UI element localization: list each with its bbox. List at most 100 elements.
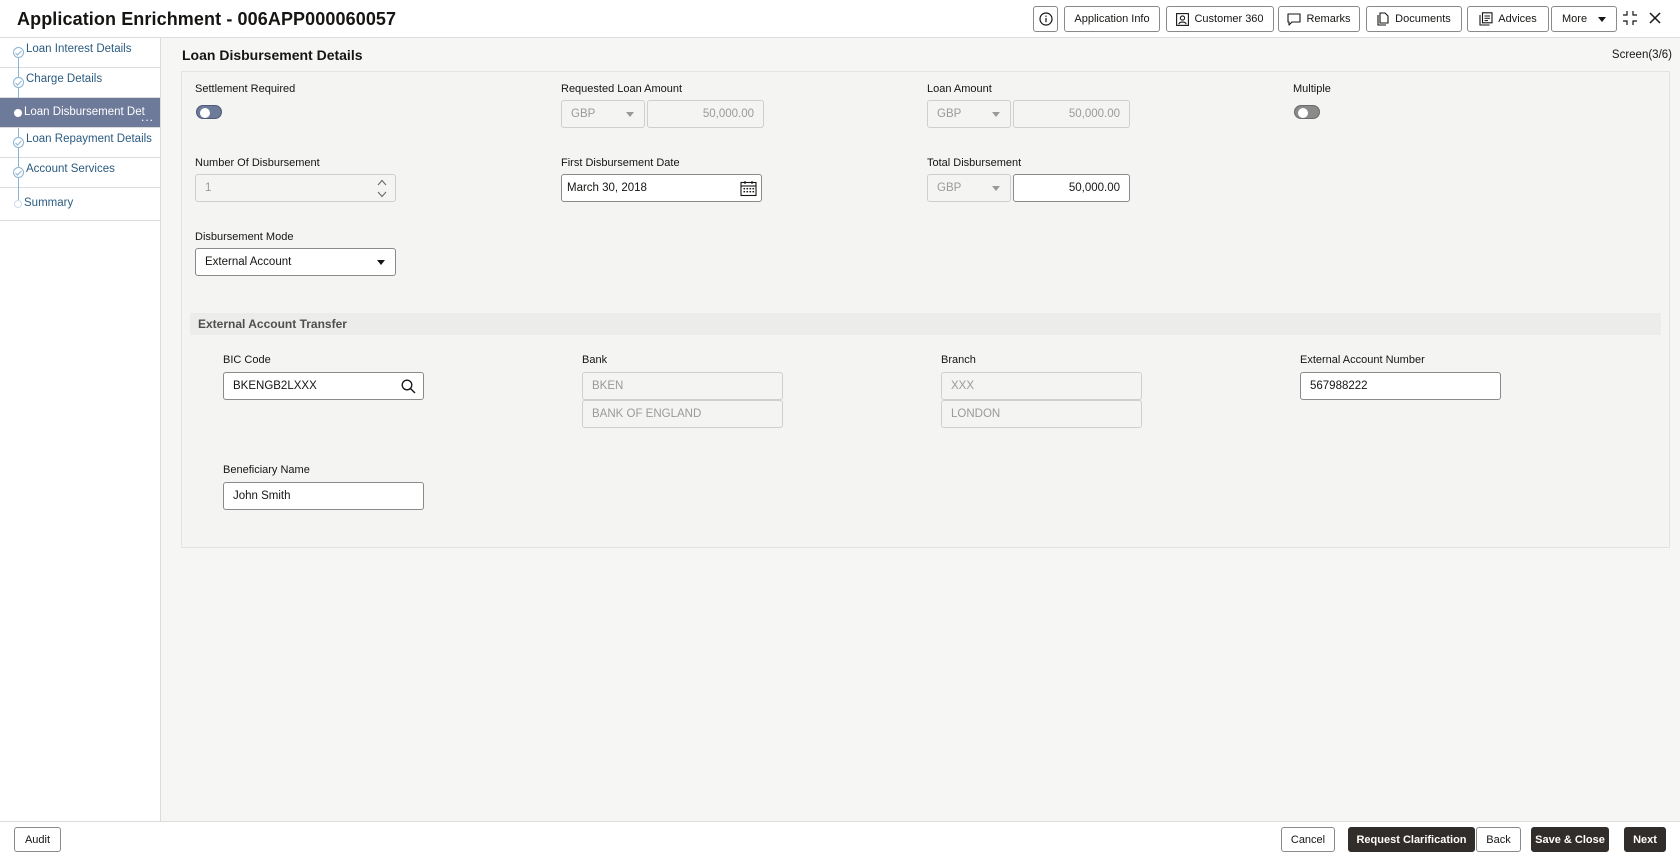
sidebar-item-label: Account Services	[26, 163, 115, 175]
check-icon	[13, 137, 24, 148]
multiple-toggle[interactable]	[1294, 105, 1320, 119]
amount-value: 50,000.00	[1068, 108, 1120, 120]
settlement-required-label: Settlement Required	[195, 83, 296, 95]
sidebar-item-summary[interactable]: Summary	[0, 188, 160, 221]
step-connector	[18, 128, 19, 137]
close-icon[interactable]	[1646, 9, 1664, 27]
info-icon	[1038, 12, 1053, 26]
documents-icon	[1377, 12, 1389, 26]
footer-bar: Audit Cancel Request Clarification Back …	[0, 821, 1680, 857]
date-value: March 30, 2018	[567, 182, 647, 194]
amount-value: 50,000.00	[702, 108, 754, 120]
back-button[interactable]: Back	[1476, 827, 1521, 852]
customer-360-button[interactable]: Customer 360	[1166, 6, 1274, 32]
sidebar-item-loan-repayment-details[interactable]: Loan Repayment Details	[0, 128, 160, 159]
requested-loan-amount-label: Requested Loan Amount	[561, 83, 683, 95]
external-account-transfer-header: External Account Transfer	[190, 313, 1661, 335]
main-content: Loan Disbursement Details Screen(3/6) Se…	[161, 38, 1680, 821]
application-info-button[interactable]: Application Info	[1064, 6, 1160, 32]
section-title: Loan Disbursement Details	[182, 47, 363, 63]
next-label: Next	[1633, 833, 1657, 846]
branch-name-input: LONDON	[941, 400, 1142, 428]
step-connector	[18, 188, 19, 200]
settlement-required-toggle[interactable]	[196, 105, 222, 119]
branch-label: Branch	[941, 354, 976, 366]
caret-down-icon	[992, 112, 1000, 117]
check-icon	[13, 167, 24, 178]
overflow-icon: ...	[140, 110, 154, 124]
caret-down-icon	[992, 186, 1000, 191]
first-disbursement-date-input[interactable]: March 30, 2018	[561, 174, 762, 202]
subsection-title: External Account Transfer	[198, 317, 347, 331]
check-icon	[13, 77, 24, 88]
stepper-down-icon[interactable]	[377, 191, 387, 198]
remarks-button[interactable]: Remarks	[1278, 6, 1360, 32]
check-icon	[13, 47, 24, 58]
cancel-button[interactable]: Cancel	[1281, 827, 1335, 852]
bank-code-value: BKEN	[592, 380, 624, 392]
step-connector	[18, 68, 19, 77]
first-disbursement-date-label: First Disbursement Date	[561, 157, 680, 169]
sidebar-item-label: Loan Repayment Details	[26, 133, 152, 145]
beneficiary-name-label: Beneficiary Name	[223, 464, 310, 476]
bank-name-input: BANK OF ENGLAND	[582, 400, 783, 428]
sidebar-item-label: Summary	[24, 197, 74, 209]
page-title: Application Enrichment - 006APP000060057	[17, 9, 397, 29]
beneficiary-name-input[interactable]: John Smith	[223, 482, 424, 510]
caret-down-icon	[626, 112, 634, 117]
total-disbursement-currency-select: GBP	[927, 174, 1011, 202]
step-connector	[18, 158, 19, 167]
sidebar-item-loan-interest-details[interactable]: Loan Interest Details	[0, 38, 160, 70]
caret-down-icon	[1598, 16, 1606, 22]
more-dropdown[interactable]: More	[1551, 6, 1617, 32]
number-of-disbursement-label: Number Of Disbursement	[195, 157, 320, 169]
bic-code-input[interactable]: BKENGB2LXXX	[223, 372, 424, 400]
number-of-disbursement-stepper[interactable]: 1	[195, 174, 396, 202]
sidebar-item-loan-disbursement-details[interactable]: Loan Disbursement Det ...	[0, 98, 160, 128]
loan-amount-input: 50,000.00	[1013, 100, 1130, 128]
request-clarification-button[interactable]: Request Clarification	[1348, 827, 1475, 852]
currency-value: GBP	[571, 108, 596, 120]
bic-code-label: BIC Code	[223, 354, 271, 366]
screen-indicator: Screen(3/6)	[1611, 49, 1672, 61]
search-icon[interactable]	[401, 379, 416, 394]
advices-label: Advices	[1498, 13, 1537, 25]
external-account-number-input[interactable]: 567988222	[1300, 372, 1501, 400]
save-close-label: Save & Close	[1535, 833, 1605, 846]
sidebar-item-label: Loan Interest Details	[26, 43, 132, 55]
user-icon	[1176, 12, 1190, 26]
disbursement-panel: Settlement Required Requested Loan Amoun…	[181, 71, 1670, 548]
audit-label: Audit	[24, 833, 51, 846]
currency-value: GBP	[937, 108, 962, 120]
info-button[interactable]	[1033, 6, 1058, 32]
app-header: Application Enrichment - 006APP000060057…	[0, 0, 1680, 38]
caret-down-icon	[377, 260, 385, 265]
save-close-button[interactable]: Save & Close	[1531, 827, 1609, 852]
disbursement-mode-select[interactable]: External Account	[195, 248, 396, 276]
sidebar-item-account-services[interactable]: Account Services	[0, 158, 160, 189]
branch-code-value: XXX	[951, 380, 975, 392]
advices-icon	[1479, 12, 1493, 26]
calendar-icon[interactable]	[740, 180, 757, 197]
sidebar-item-charge-details[interactable]: Charge Details	[0, 68, 160, 99]
customer-360-label: Customer 360	[1194, 13, 1264, 25]
cancel-label: Cancel	[1290, 833, 1326, 846]
advices-button[interactable]: Advices	[1467, 6, 1549, 32]
amount-value: 50,000.00	[1068, 182, 1120, 194]
bank-name-value: BANK OF ENGLAND	[592, 408, 702, 420]
external-account-number-label: External Account Number	[1300, 354, 1425, 366]
application-info-label: Application Info	[1074, 13, 1150, 25]
collapse-icon[interactable]	[1621, 9, 1639, 27]
next-button[interactable]: Next	[1624, 827, 1666, 852]
toggle-knob	[1298, 108, 1308, 118]
total-disbursement-amount-input[interactable]: 50,000.00	[1013, 174, 1130, 202]
sidebar-item-label: Charge Details	[26, 73, 103, 85]
documents-label: Documents	[1395, 13, 1451, 25]
stepper-up-icon[interactable]	[377, 179, 387, 186]
sidebar: Loan Interest Details Charge Details Loa…	[0, 38, 161, 821]
loan-amount-label: Loan Amount	[927, 83, 992, 95]
documents-button[interactable]: Documents	[1366, 6, 1462, 32]
beneficiary-name-value: John Smith	[233, 490, 291, 502]
audit-button[interactable]: Audit	[14, 827, 61, 852]
disbursement-mode-label: Disbursement Mode	[195, 231, 294, 243]
